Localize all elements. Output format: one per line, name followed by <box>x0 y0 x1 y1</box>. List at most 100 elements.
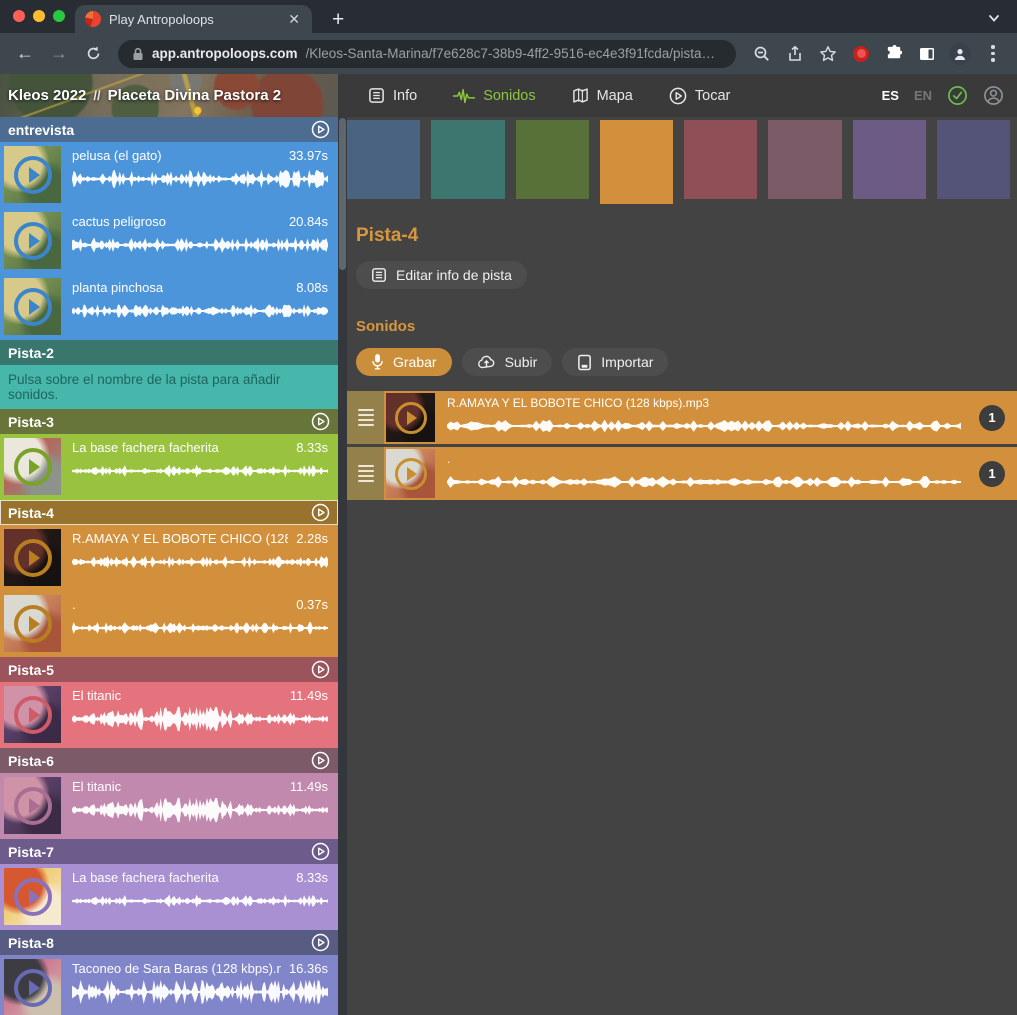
import-button[interactable]: Importar <box>562 348 668 376</box>
clip-waveform[interactable] <box>72 166 328 192</box>
play-button-overlay-icon[interactable] <box>14 448 52 486</box>
clip-thumbnail[interactable] <box>4 777 61 834</box>
sidebar-track-header-pista-7[interactable]: Pista-7 <box>0 839 338 864</box>
browser-menu-kebab-icon[interactable] <box>979 40 1007 68</box>
sidebar-track-header-pista-5[interactable]: Pista-5 <box>0 657 338 682</box>
nav-item-tocar[interactable]: Tocar <box>669 87 730 105</box>
window-close-button[interactable] <box>13 10 25 22</box>
lang-en-button[interactable]: EN <box>914 88 932 103</box>
record-extension-icon[interactable] <box>847 40 875 68</box>
tab-close-icon[interactable]: ✕ <box>286 11 302 28</box>
sound-clip[interactable]: La base fachera facherita8.33s <box>0 864 338 930</box>
track-play-icon[interactable] <box>311 842 330 861</box>
back-button[interactable]: ← <box>10 39 40 69</box>
breadcrumb-project[interactable]: Kleos 2022 <box>8 87 86 104</box>
play-button-overlay-icon[interactable] <box>14 696 52 734</box>
drag-handle[interactable] <box>347 447 384 500</box>
track-tile-5[interactable] <box>684 120 757 199</box>
play-button-overlay-icon[interactable] <box>14 539 52 577</box>
track-play-icon[interactable] <box>311 751 330 770</box>
extensions-puzzle-icon[interactable] <box>880 40 908 68</box>
clip-thumbnail[interactable] <box>4 438 61 495</box>
clip-waveform[interactable] <box>72 232 328 258</box>
drag-handle[interactable] <box>347 391 384 444</box>
forward-button[interactable]: → <box>44 39 74 69</box>
sidebar-scrollbar-thumb[interactable] <box>339 118 346 270</box>
sound-clip[interactable]: .0.37s <box>0 591 338 657</box>
play-button-overlay-icon[interactable] <box>14 605 52 643</box>
sidebar-track-header-pista-4[interactable]: Pista-4 <box>0 500 338 525</box>
track-play-icon[interactable] <box>311 120 330 139</box>
clip-thumbnail[interactable] <box>4 595 61 652</box>
play-button-overlay-icon[interactable] <box>14 787 52 825</box>
upload-button[interactable]: Subir <box>462 348 553 376</box>
track-tile-2[interactable] <box>431 120 504 199</box>
play-button-overlay-icon[interactable] <box>14 878 52 916</box>
sound-clip[interactable]: cactus peligroso20.84s <box>0 208 338 274</box>
clip-thumbnail[interactable] <box>4 212 61 269</box>
track-play-icon[interactable] <box>311 503 330 522</box>
sound-clip[interactable]: La base fachera facherita8.33s <box>0 434 338 500</box>
reload-button[interactable] <box>78 39 108 69</box>
profile-avatar-icon[interactable] <box>946 40 974 68</box>
clip-waveform[interactable] <box>72 979 328 1005</box>
clip-thumbnail[interactable] <box>4 868 61 925</box>
track-tile-1[interactable] <box>347 120 420 199</box>
sound-clip[interactable]: Taconeo de Sara Baras (128 kbps).mp316.3… <box>0 955 338 1015</box>
zoom-out-icon[interactable] <box>748 40 776 68</box>
record-button[interactable]: Grabar <box>356 348 452 376</box>
lang-es-button[interactable]: ES <box>882 88 899 103</box>
tab-search-chevron-icon[interactable] <box>987 11 1001 25</box>
track-tile-4[interactable] <box>600 120 673 204</box>
sidebar-track-header-pista-2[interactable]: Pista-2 <box>0 340 338 365</box>
track-play-icon[interactable] <box>311 933 330 952</box>
play-button-overlay-icon[interactable] <box>395 402 427 434</box>
play-button-overlay-icon[interactable] <box>14 156 52 194</box>
sound-clip[interactable]: R.AMAYA Y EL BOBOTE CHICO (128 kbps)....… <box>0 525 338 591</box>
nav-item-mapa[interactable]: Mapa <box>572 87 633 104</box>
new-tab-button[interactable]: + <box>332 9 344 30</box>
play-button-overlay-icon[interactable] <box>14 288 52 326</box>
track-tile-6[interactable] <box>768 120 841 199</box>
track-tile-8[interactable] <box>937 120 1010 199</box>
sound-thumbnail[interactable] <box>386 449 435 498</box>
sound-thumbnail[interactable] <box>386 393 435 442</box>
remix-cover-photo[interactable]: Kleos 2022 // Placeta Divina Pastora 2 <box>0 74 338 117</box>
sidebar-track-header-pista-6[interactable]: Pista-6 <box>0 748 338 773</box>
sound-clip[interactable]: El titanic11.49s <box>0 773 338 839</box>
url-bar[interactable]: app.antropoloops.com/Kleos-Santa-Marina/… <box>118 40 736 68</box>
track-play-icon[interactable] <box>311 412 330 431</box>
sidebar-track-header-pista-3[interactable]: Pista-3 <box>0 409 338 434</box>
nav-item-info[interactable]: Info <box>368 87 417 104</box>
clip-waveform[interactable] <box>72 549 328 575</box>
sidebar-track-header-entrevista[interactable]: entrevista <box>0 117 338 142</box>
sidebar-scrollbar[interactable] <box>338 117 347 1015</box>
browser-tab[interactable]: Play Antropoloops ✕ <box>75 5 312 33</box>
play-button-overlay-icon[interactable] <box>14 969 52 1007</box>
clip-thumbnail[interactable] <box>4 278 61 335</box>
play-button-overlay-icon[interactable] <box>14 222 52 260</box>
clip-thumbnail[interactable] <box>4 959 61 1015</box>
clip-waveform[interactable] <box>72 298 328 324</box>
share-icon[interactable] <box>781 40 809 68</box>
clip-waveform[interactable] <box>72 888 328 914</box>
bookmark-star-icon[interactable] <box>814 40 842 68</box>
track-tile-3[interactable] <box>516 120 589 199</box>
sound-waveform[interactable] <box>447 469 961 495</box>
sound-clip[interactable]: pelusa (el gato)33.97s <box>0 142 338 208</box>
clip-waveform[interactable] <box>72 797 328 823</box>
account-icon[interactable] <box>983 85 1004 106</box>
nav-item-sonidos[interactable]: Sonidos <box>453 88 535 104</box>
clip-thumbnail[interactable] <box>4 529 61 586</box>
track-play-icon[interactable] <box>311 660 330 679</box>
window-minimize-button[interactable] <box>33 10 45 22</box>
window-zoom-button[interactable] <box>53 10 65 22</box>
edit-track-info-button[interactable]: Editar info de pista <box>356 261 527 289</box>
sound-clip[interactable]: planta pinchosa8.08s <box>0 274 338 340</box>
clip-thumbnail[interactable] <box>4 146 61 203</box>
track-tile-7[interactable] <box>853 120 926 199</box>
sound-waveform[interactable] <box>447 413 961 439</box>
clip-waveform[interactable] <box>72 615 328 641</box>
side-panel-icon[interactable] <box>913 40 941 68</box>
sound-clip[interactable]: El titanic11.49s <box>0 682 338 748</box>
